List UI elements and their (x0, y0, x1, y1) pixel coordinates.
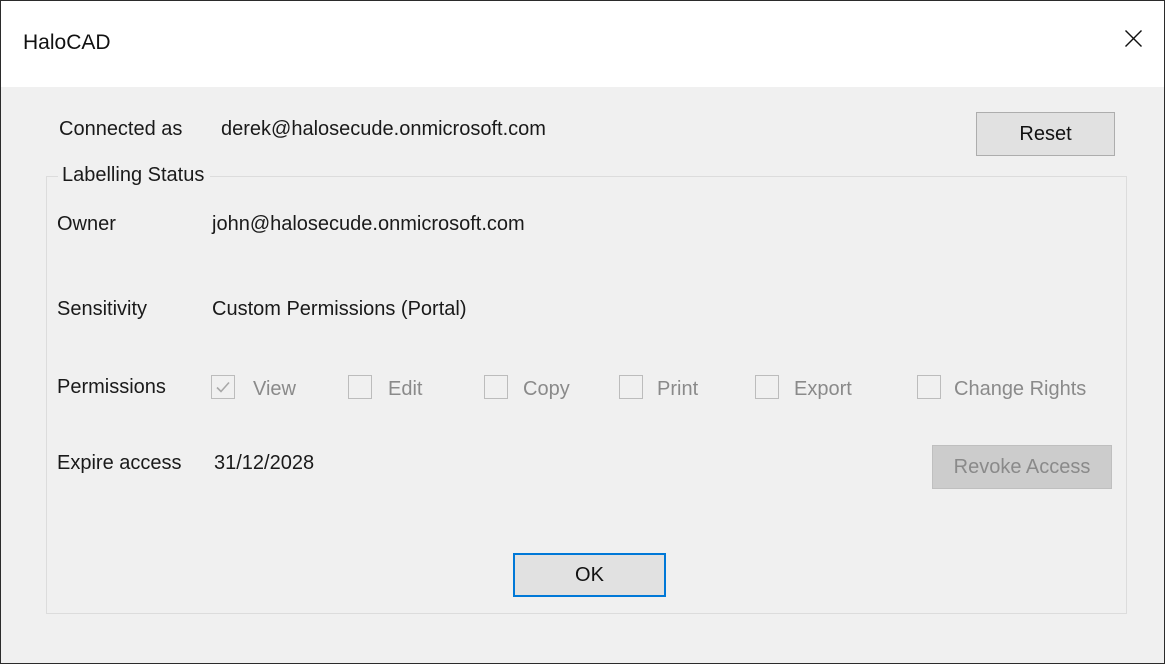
close-icon (1125, 30, 1142, 47)
permissions-label: Permissions (57, 376, 166, 398)
export-checkbox[interactable] (755, 375, 779, 399)
change-rights-checkbox-label: Change Rights (954, 378, 1087, 400)
print-checkbox-label: Print (657, 378, 699, 400)
export-checkbox-label: Export (794, 378, 852, 400)
expire-access-label: Expire access (57, 452, 182, 474)
revoke-access-button[interactable]: Revoke Access (932, 445, 1112, 489)
dialog-window: HaloCAD Connected as derek@halosecude.on… (0, 0, 1165, 664)
owner-value: john@halosecude.onmicrosoft.com (212, 213, 525, 235)
reset-button[interactable]: Reset (976, 112, 1115, 156)
change-rights-checkbox[interactable] (917, 375, 941, 399)
ok-button[interactable]: OK (513, 553, 666, 597)
print-checkbox[interactable] (619, 375, 643, 399)
close-button[interactable] (1102, 1, 1164, 81)
connected-user-value: derek@halosecude.onmicrosoft.com (221, 118, 546, 140)
sensitivity-value: Custom Permissions (Portal) (212, 298, 467, 320)
expire-access-value: 31/12/2028 (214, 452, 315, 474)
view-checkbox-label: View (253, 378, 296, 400)
window-title: HaloCAD (23, 31, 111, 54)
copy-checkbox-label: Copy (523, 378, 570, 400)
sensitivity-label: Sensitivity (57, 298, 148, 320)
group-title: Labelling Status (58, 164, 211, 187)
title-bar: HaloCAD (1, 1, 1164, 87)
edit-checkbox[interactable] (348, 375, 372, 399)
edit-checkbox-label: Edit (388, 378, 423, 400)
checkmark-icon (216, 381, 230, 393)
view-checkbox[interactable] (211, 375, 235, 399)
copy-checkbox[interactable] (484, 375, 508, 399)
owner-label: Owner (57, 213, 116, 235)
connected-as-label: Connected as (59, 118, 183, 140)
